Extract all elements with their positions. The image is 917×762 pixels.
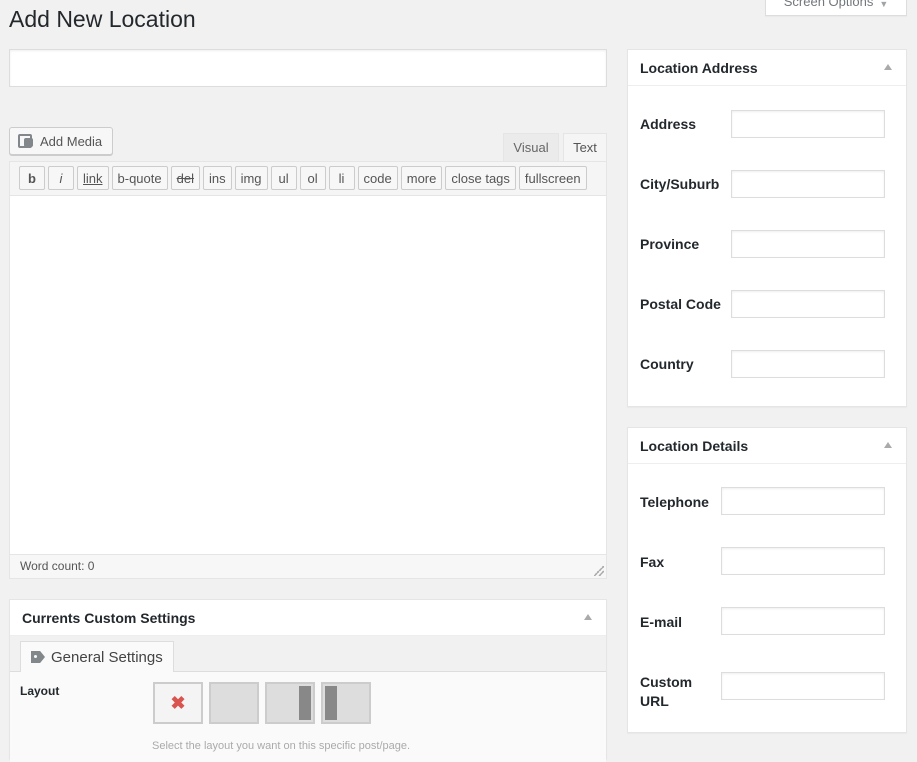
location-details-header[interactable]: Location Details (628, 428, 906, 464)
left-column-shape (325, 686, 337, 720)
address-input[interactable] (731, 110, 885, 138)
country-label: Country (640, 356, 694, 372)
country-input[interactable] (731, 350, 885, 378)
address-label: Address (640, 116, 697, 132)
custom-settings-title: Currents Custom Settings (22, 609, 196, 626)
tab-general-settings[interactable]: General Settings (20, 641, 174, 673)
custom-url-input[interactable] (721, 672, 885, 700)
qt-blockquote-button[interactable]: b-quote (111, 166, 168, 190)
email-label: E-mail (640, 614, 683, 630)
page-title: Add New Location (9, 6, 196, 32)
content-textarea[interactable] (10, 196, 606, 555)
close-icon: ✖ (170, 692, 186, 713)
location-details-box: Location Details Telephone Fax E-mail Cu… (627, 427, 907, 733)
qt-code-button[interactable]: code (357, 166, 398, 190)
location-address-title: Location Address (640, 59, 758, 76)
layout-option-left-sidebar[interactable] (321, 682, 371, 724)
caret-down-icon: ▼ (879, 0, 889, 9)
postal-code-label: Postal Code (640, 296, 721, 312)
qt-fullscreen-button[interactable]: fullscreen (518, 166, 587, 190)
field-row-address: Address (640, 115, 696, 134)
province-input[interactable] (731, 230, 885, 258)
city-suburb-label: City/Suburb (640, 176, 720, 192)
email-input[interactable] (721, 607, 885, 635)
field-row-postal: Postal Code (640, 295, 721, 314)
field-row-fax: Fax (640, 553, 664, 572)
field-row-email: E-mail (640, 613, 682, 632)
screen-options-button[interactable]: Screen Options ▼ (765, 0, 907, 16)
qt-li-button[interactable]: li (328, 166, 355, 190)
layout-option-full-width[interactable] (209, 682, 259, 724)
telephone-input[interactable] (721, 487, 885, 515)
toggle-arrow-icon[interactable] (884, 442, 892, 448)
custom-settings-body: Layout ✖ Select the layout you want on t… (10, 672, 606, 762)
toggle-arrow-icon[interactable] (884, 64, 892, 70)
qt-bold-button[interactable]: b (19, 166, 45, 190)
qt-italic-button[interactable]: i (48, 166, 74, 190)
right-column-shape (299, 686, 311, 720)
content-editor: b i link b-quote del ins img ul ol li co… (9, 161, 607, 579)
qt-close-tags-button[interactable]: close tags (445, 166, 516, 190)
location-title-input[interactable] (9, 49, 607, 87)
qt-ins-button[interactable]: ins (202, 166, 232, 190)
province-label: Province (640, 236, 700, 252)
tag-icon (31, 651, 45, 663)
custom-settings-header[interactable]: Currents Custom Settings (10, 600, 606, 636)
custom-settings-box: Currents Custom Settings General Setting… (9, 599, 607, 762)
resize-handle-icon[interactable] (594, 566, 604, 576)
screen-options-label: Screen Options (783, 0, 874, 9)
add-media-icon (18, 134, 34, 148)
qt-more-button[interactable]: more (400, 166, 443, 190)
editor-status-bar: Word count: 0 (10, 554, 606, 578)
qt-ol-button[interactable]: ol (299, 166, 326, 190)
add-media-button[interactable]: Add Media (9, 127, 114, 155)
layout-label: Layout (20, 684, 60, 698)
field-row-telephone: Telephone (640, 493, 709, 512)
location-address-box: Location Address Address City/Suburb Pro… (627, 49, 907, 407)
layout-option-none[interactable]: ✖ (153, 682, 203, 724)
field-row-city: City/Suburb (640, 175, 719, 194)
general-settings-label: General Settings (51, 648, 163, 666)
fax-input[interactable] (721, 547, 885, 575)
field-row-custom-url: Custom URL (640, 673, 710, 711)
field-row-province: Province (640, 235, 699, 254)
add-media-label: Add Media (40, 133, 103, 149)
qt-link-button[interactable]: link (77, 166, 109, 190)
tab-visual[interactable]: Visual (503, 133, 559, 161)
custom-settings-tabs: General Settings (10, 636, 606, 673)
toggle-arrow-icon[interactable] (584, 614, 592, 620)
qt-del-button[interactable]: del (170, 166, 200, 190)
quicktags-toolbar: b i link b-quote del ins img ul ol li co… (10, 162, 606, 196)
word-count: Word count: 0 (20, 559, 95, 573)
layout-help-text: Select the layout you want on this speci… (152, 740, 411, 752)
layout-option-right-sidebar[interactable] (265, 682, 315, 724)
telephone-label: Telephone (640, 494, 709, 510)
qt-img-button[interactable]: img (234, 166, 268, 190)
fax-label: Fax (640, 554, 665, 570)
postal-code-input[interactable] (731, 290, 885, 318)
tab-text[interactable]: Text (563, 133, 607, 161)
custom-url-label: Custom URL (640, 674, 693, 709)
location-address-header[interactable]: Location Address (628, 50, 906, 86)
location-details-title: Location Details (640, 437, 749, 454)
qt-ul-button[interactable]: ul (270, 166, 297, 190)
field-row-country: Country (640, 355, 694, 374)
city-suburb-input[interactable] (731, 170, 885, 198)
